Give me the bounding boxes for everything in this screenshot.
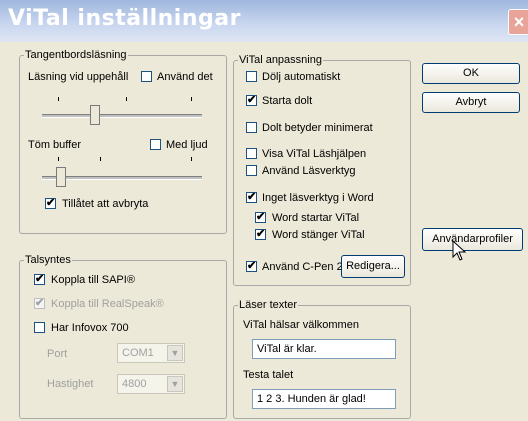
slider-tick [58,97,59,101]
anvandarprofiler-button[interactable]: Användarprofiler [422,228,523,251]
group-legend: Tangentbordsläsning [25,49,127,61]
halsar-label: ViTal hälsar välkommen [243,319,359,331]
med-ljud-label: Med ljud [166,139,208,151]
word-startar-checkbox[interactable]: ✔ [255,212,266,223]
testa-input[interactable]: 1 2 3. Hunden är glad! [252,389,396,409]
inget-lasverktyg-label: Inget läsverktyg i Word [262,192,374,204]
starta-dolt-label: Starta dolt [262,95,313,107]
group-legend: Talsyntes [25,254,71,266]
slider-tick [126,97,127,101]
hastighet-select: 4800 ▼ [117,374,185,394]
slider-tick [191,157,192,161]
anvand-det-checkbox[interactable] [141,71,152,82]
chevron-down-icon: ▼ [167,345,183,361]
realspeak-label: Koppla till RealSpeak® [51,298,164,310]
tillatet-checkbox[interactable]: ✔ [45,198,56,209]
anvand-lasverktyg-label: Använd Läsverktyg [262,165,356,177]
slider-tick [100,157,101,161]
dolj-checkbox[interactable] [246,71,257,82]
visa-lashjalpen-label: Visa ViTal Läshjälpen [262,148,367,160]
tom-buffer-slider-thumb[interactable] [56,167,67,187]
lasning-slider-track[interactable] [42,114,202,118]
slider-tick [58,157,59,161]
anvand-lasverktyg-checkbox[interactable] [246,165,257,176]
group-legend: ViTal anpassning [239,54,322,66]
starta-dolt-checkbox[interactable]: ✔ [246,95,257,106]
lasning-label: Läsning vid uppehåll [28,71,129,83]
testa-label: Testa talet [243,369,294,381]
tom-buffer-label: Töm buffer [28,139,81,151]
dolt-betyder-checkbox[interactable] [246,122,257,133]
hastighet-label: Hastighet [47,378,94,390]
avbryt-button[interactable]: Avbryt [422,92,520,113]
port-select: COM1 ▼ [117,343,185,363]
window-title: ViTal inställningar [8,6,241,31]
word-startar-label: Word startar ViTal [272,212,360,224]
port-value: COM1 [122,347,154,359]
dolt-betyder-label: Dolt betyder minimerat [262,122,373,134]
anvand-det-label: Använd det [157,71,213,83]
chevron-down-icon: ▼ [167,376,183,392]
lasning-slider-thumb[interactable] [89,105,100,125]
visa-lashjalpen-checkbox[interactable] [246,148,257,159]
sapi-checkbox[interactable]: ✔ [34,274,45,285]
word-stanger-label: Word stänger ViTal [272,229,365,241]
word-stanger-checkbox[interactable]: ✔ [255,229,266,240]
group-legend: Läser texter [239,299,298,311]
cpen-label: Använd C-Pen 20 [262,261,349,273]
tillatet-label: Tillåtet att avbryta [62,198,149,210]
halsar-input[interactable]: ViTal är klar. [252,339,396,359]
redigera-button[interactable]: Redigera... [341,255,405,278]
dolj-label: Dölj automatiskt [262,71,341,83]
ok-button[interactable]: OK [422,63,520,84]
port-label: Port [47,348,68,360]
close-button[interactable]: × [508,9,528,35]
cpen-checkbox[interactable]: ✔ [246,261,257,272]
arrow-cursor-icon [452,240,467,261]
hastighet-value: 4800 [122,378,147,390]
infovox-checkbox[interactable] [34,322,45,333]
sapi-label: Koppla till SAPI® [51,274,135,286]
realspeak-checkbox: ✔ [34,297,45,309]
infovox-label: Har Infovox 700 [51,322,129,334]
title-bar: ViTal inställningar × [0,0,528,42]
inget-lasverktyg-checkbox[interactable]: ✔ [246,192,257,203]
med-ljud-checkbox[interactable] [150,139,161,150]
slider-tick [191,97,192,101]
